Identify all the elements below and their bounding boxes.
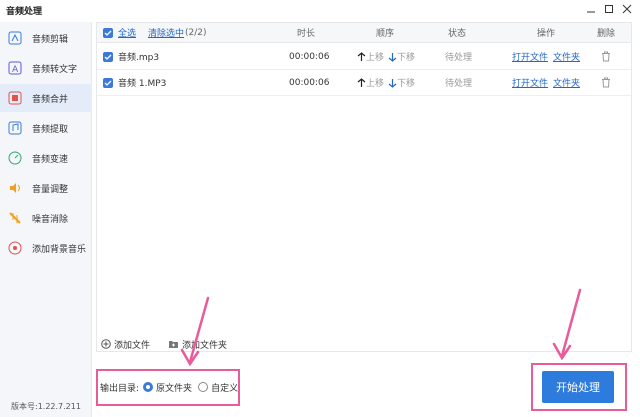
sidebar-item-noise-remove[interactable]: 噪音消除: [0, 204, 92, 232]
highlight-output-box: [96, 369, 240, 406]
sidebar: 音频剪辑 A 音频转文字 音频合并 音频提取 音频变速 音量调整 噪音消除 添加…: [0, 22, 92, 417]
sidebar-item-audio-merge[interactable]: 音频合并: [0, 84, 92, 112]
window-title: 音频处理: [6, 7, 43, 17]
sidebar-item-label: 音频提取: [32, 124, 69, 135]
noise-remove-icon: [8, 211, 22, 225]
sidebar-item-label: 音频变速: [32, 154, 69, 165]
audio-cut-icon: [8, 31, 22, 45]
file-duration: 00:00:06: [289, 51, 330, 62]
sidebar-item-audio-cut[interactable]: 音频剪辑: [0, 24, 92, 52]
open-folder-link[interactable]: 文件夹: [553, 76, 580, 89]
move-down-button[interactable]: 下移: [388, 50, 415, 63]
sidebar-item-audio-speed[interactable]: 音频变速: [0, 144, 92, 172]
sidebar-item-label: 音频转文字: [32, 64, 78, 75]
add-folder-label: 添加文件夹: [182, 340, 228, 351]
open-folder-link[interactable]: 文件夹: [553, 50, 580, 63]
header-order: 顺序: [376, 29, 395, 39]
delete-button[interactable]: [601, 70, 611, 95]
sidebar-item-audio-to-text[interactable]: A 音频转文字: [0, 54, 92, 82]
minimize-icon[interactable]: [584, 2, 598, 16]
header-duration: 时长: [297, 29, 316, 39]
sidebar-item-audio-extract[interactable]: 音频提取: [0, 114, 92, 142]
folder-plus-icon: [169, 341, 178, 348]
move-down-button[interactable]: 下移: [388, 76, 415, 89]
move-down-label: 下移: [397, 79, 416, 89]
audio-merge-icon: [8, 91, 22, 105]
arrow-up-icon: [357, 77, 366, 87]
audio-extract-icon: [8, 121, 22, 135]
file-status: 待处理: [445, 79, 473, 89]
selection-count: (2/2): [185, 27, 207, 38]
add-toolbar: 添加文件 添加文件夹: [96, 334, 632, 354]
move-up-button[interactable]: 上移: [357, 76, 384, 89]
sidebar-item-label: 音量调整: [32, 184, 69, 195]
move-up-button[interactable]: 上移: [357, 50, 384, 63]
file-name: 音频.mp3: [118, 53, 160, 63]
trash-icon: [602, 77, 610, 88]
sidebar-item-label: 音频合并: [32, 94, 69, 105]
file-name: 音频 1.MP3: [118, 79, 167, 89]
sidebar-item-background-music[interactable]: 添加背景音乐: [0, 234, 92, 262]
delete-button[interactable]: [601, 44, 611, 69]
arrow-down-icon: [388, 52, 397, 62]
maximize-icon[interactable]: [602, 2, 616, 16]
title-bar: 音频处理: [0, 0, 640, 18]
select-all-link[interactable]: 全选: [118, 26, 136, 39]
version-label: 版本号:1.22.7.211: [11, 402, 81, 411]
sidebar-item-label: 添加背景音乐: [32, 244, 87, 255]
plus-circle-icon: [101, 339, 111, 349]
header-status: 状态: [448, 29, 467, 39]
file-duration: 00:00:06: [289, 77, 330, 88]
audio-to-text-icon: A: [8, 61, 22, 75]
open-file-link[interactable]: 打开文件: [512, 50, 548, 63]
add-file-button[interactable]: 添加文件: [101, 334, 150, 354]
select-all-checkbox[interactable]: [103, 27, 113, 38]
svg-text:A: A: [12, 65, 19, 75]
row-checkbox[interactable]: [103, 51, 113, 62]
add-folder-button[interactable]: 添加文件夹: [168, 334, 227, 354]
audio-speed-icon: [8, 151, 22, 165]
file-list-panel: 全选 清除选中 (2/2) 时长 顺序 状态 操作 删除 音频.mp3 00:0…: [96, 22, 632, 352]
header-actions: 操作: [537, 29, 556, 39]
clear-selection-link[interactable]: 清除选中: [148, 26, 184, 39]
close-icon[interactable]: [620, 2, 634, 16]
file-status: 待处理: [445, 53, 473, 63]
highlight-start-box: [531, 363, 627, 411]
arrow-down-icon: [388, 78, 397, 88]
sidebar-item-label: 音频剪辑: [32, 34, 69, 45]
move-up-label: 上移: [366, 79, 385, 89]
table-row[interactable]: 音频 1.MP3 00:00:06 上移 下移 待处理 打开文件 文件夹: [97, 70, 631, 96]
volume-icon: [8, 181, 22, 195]
header-delete: 删除: [597, 29, 616, 39]
add-file-label: 添加文件: [114, 340, 151, 351]
arrow-up-icon: [357, 51, 366, 61]
sidebar-item-label: 噪音消除: [32, 214, 69, 225]
table-row[interactable]: 音频.mp3 00:00:06 上移 下移 待处理 打开文件 文件夹: [97, 44, 631, 70]
sidebar-item-volume[interactable]: 音量调整: [0, 174, 92, 202]
open-file-link[interactable]: 打开文件: [512, 76, 548, 89]
trash-icon: [602, 51, 610, 62]
background-music-icon: [8, 241, 22, 255]
row-checkbox[interactable]: [103, 77, 113, 88]
table-header: 全选 清除选中 (2/2) 时长 顺序 状态 操作 删除: [97, 23, 631, 43]
move-up-label: 上移: [366, 53, 385, 63]
move-down-label: 下移: [397, 53, 416, 63]
